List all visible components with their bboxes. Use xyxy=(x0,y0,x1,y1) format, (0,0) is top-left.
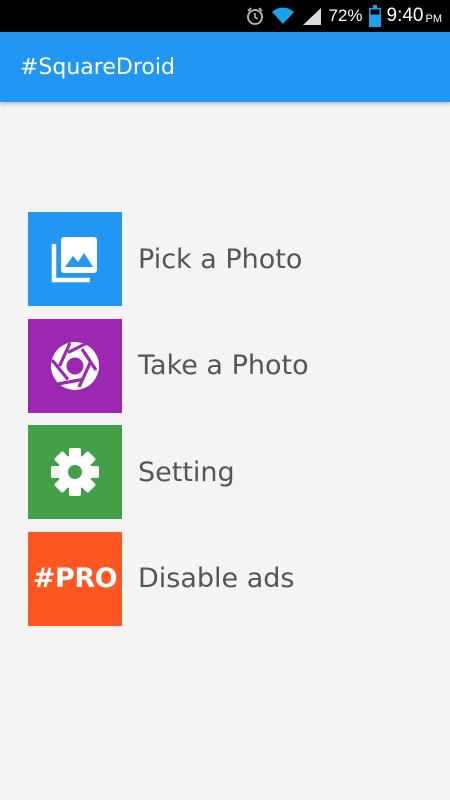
main-menu: Pick a Photo Take a Photo Setting #PRO D… xyxy=(28,212,428,638)
battery-icon xyxy=(368,5,381,27)
status-bar: 72% 9:40 PM xyxy=(0,0,450,32)
alarm-icon xyxy=(245,6,265,26)
battery-percentage: 72% xyxy=(328,6,363,25)
app-title: #SquareDroid xyxy=(20,54,175,80)
clock-time: 9:40 xyxy=(386,5,424,26)
pick-photo-tile[interactable] xyxy=(28,212,122,306)
gallery-icon xyxy=(51,237,97,283)
take-photo-tile[interactable] xyxy=(28,318,122,413)
pick-photo-label: Pick a Photo xyxy=(138,243,303,275)
disable-ads-tile[interactable]: #PRO xyxy=(28,531,122,626)
take-photo-label: Take a Photo xyxy=(138,350,309,381)
disable-ads-label: Disable ads xyxy=(138,563,295,594)
disable-ads-item[interactable]: #PRO Disable ads xyxy=(28,531,428,626)
pick-photo-item[interactable]: Pick a Photo xyxy=(28,212,428,306)
pro-badge: #PRO xyxy=(32,563,118,594)
clock-ampm: PM xyxy=(425,12,443,25)
app-bar: #SquareDroid xyxy=(0,32,450,102)
signal-icon xyxy=(301,6,323,26)
setting-tile[interactable] xyxy=(28,425,122,519)
take-photo-item[interactable]: Take a Photo xyxy=(28,318,428,413)
gear-icon xyxy=(51,448,99,496)
setting-label: Setting xyxy=(138,456,235,488)
wifi-icon xyxy=(271,6,295,26)
setting-item[interactable]: Setting xyxy=(28,425,428,519)
camera-shutter-icon xyxy=(50,340,99,390)
